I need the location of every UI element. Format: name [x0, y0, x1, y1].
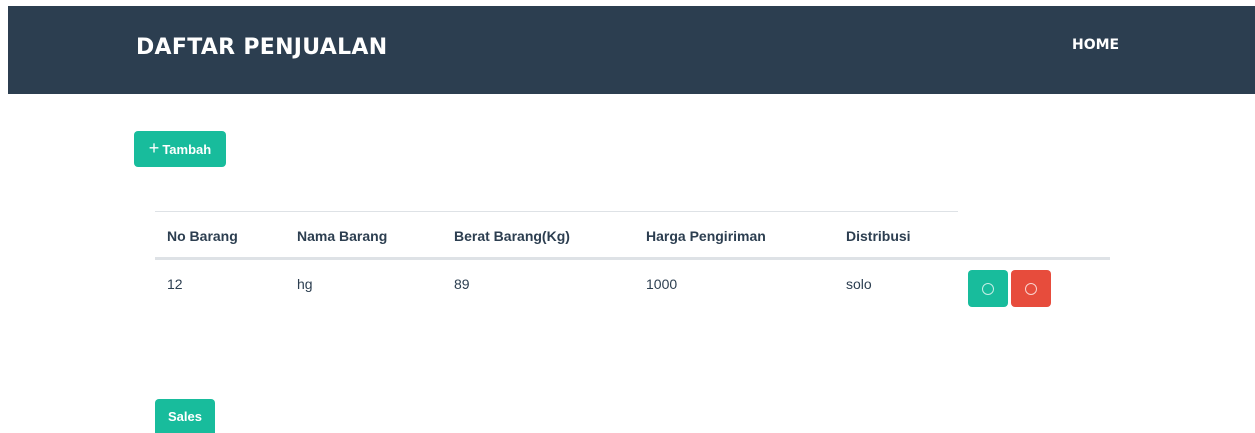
sales-button[interactable]: Sales: [155, 399, 215, 433]
add-button-label: Tambah: [162, 141, 212, 157]
column-header-berat-barang: Berat Barang(Kg): [454, 228, 570, 244]
edit-icon: [982, 282, 994, 295]
delete-icon: [1025, 282, 1037, 295]
page-title: DAFTAR PENJUALAN: [136, 35, 388, 60]
nav-home-link[interactable]: HOME: [1072, 37, 1119, 53]
column-header-distribusi: Distribusi: [846, 228, 911, 244]
plus-icon: +: [148, 138, 160, 158]
delete-button[interactable]: [1011, 270, 1051, 307]
cell-nama-barang: hg: [297, 276, 313, 292]
cell-distribusi: solo: [846, 276, 872, 292]
column-header-no-barang: No Barang: [167, 228, 238, 244]
column-header-nama-barang: Nama Barang: [297, 228, 388, 244]
cell-no-barang: 12: [167, 276, 183, 292]
sales-button-label: Sales: [168, 408, 202, 424]
add-button[interactable]: + Tambah: [134, 131, 226, 167]
edit-button[interactable]: [968, 270, 1008, 307]
column-header-harga-pengiriman: Harga Pengiriman: [646, 228, 766, 244]
table-top-border: [155, 211, 958, 212]
top-navbar: DAFTAR PENJUALAN HOME: [8, 6, 1255, 94]
cell-harga-pengiriman: 1000: [646, 276, 678, 292]
cell-berat-barang: 89: [454, 276, 470, 292]
table-header-border: [155, 257, 1110, 260]
